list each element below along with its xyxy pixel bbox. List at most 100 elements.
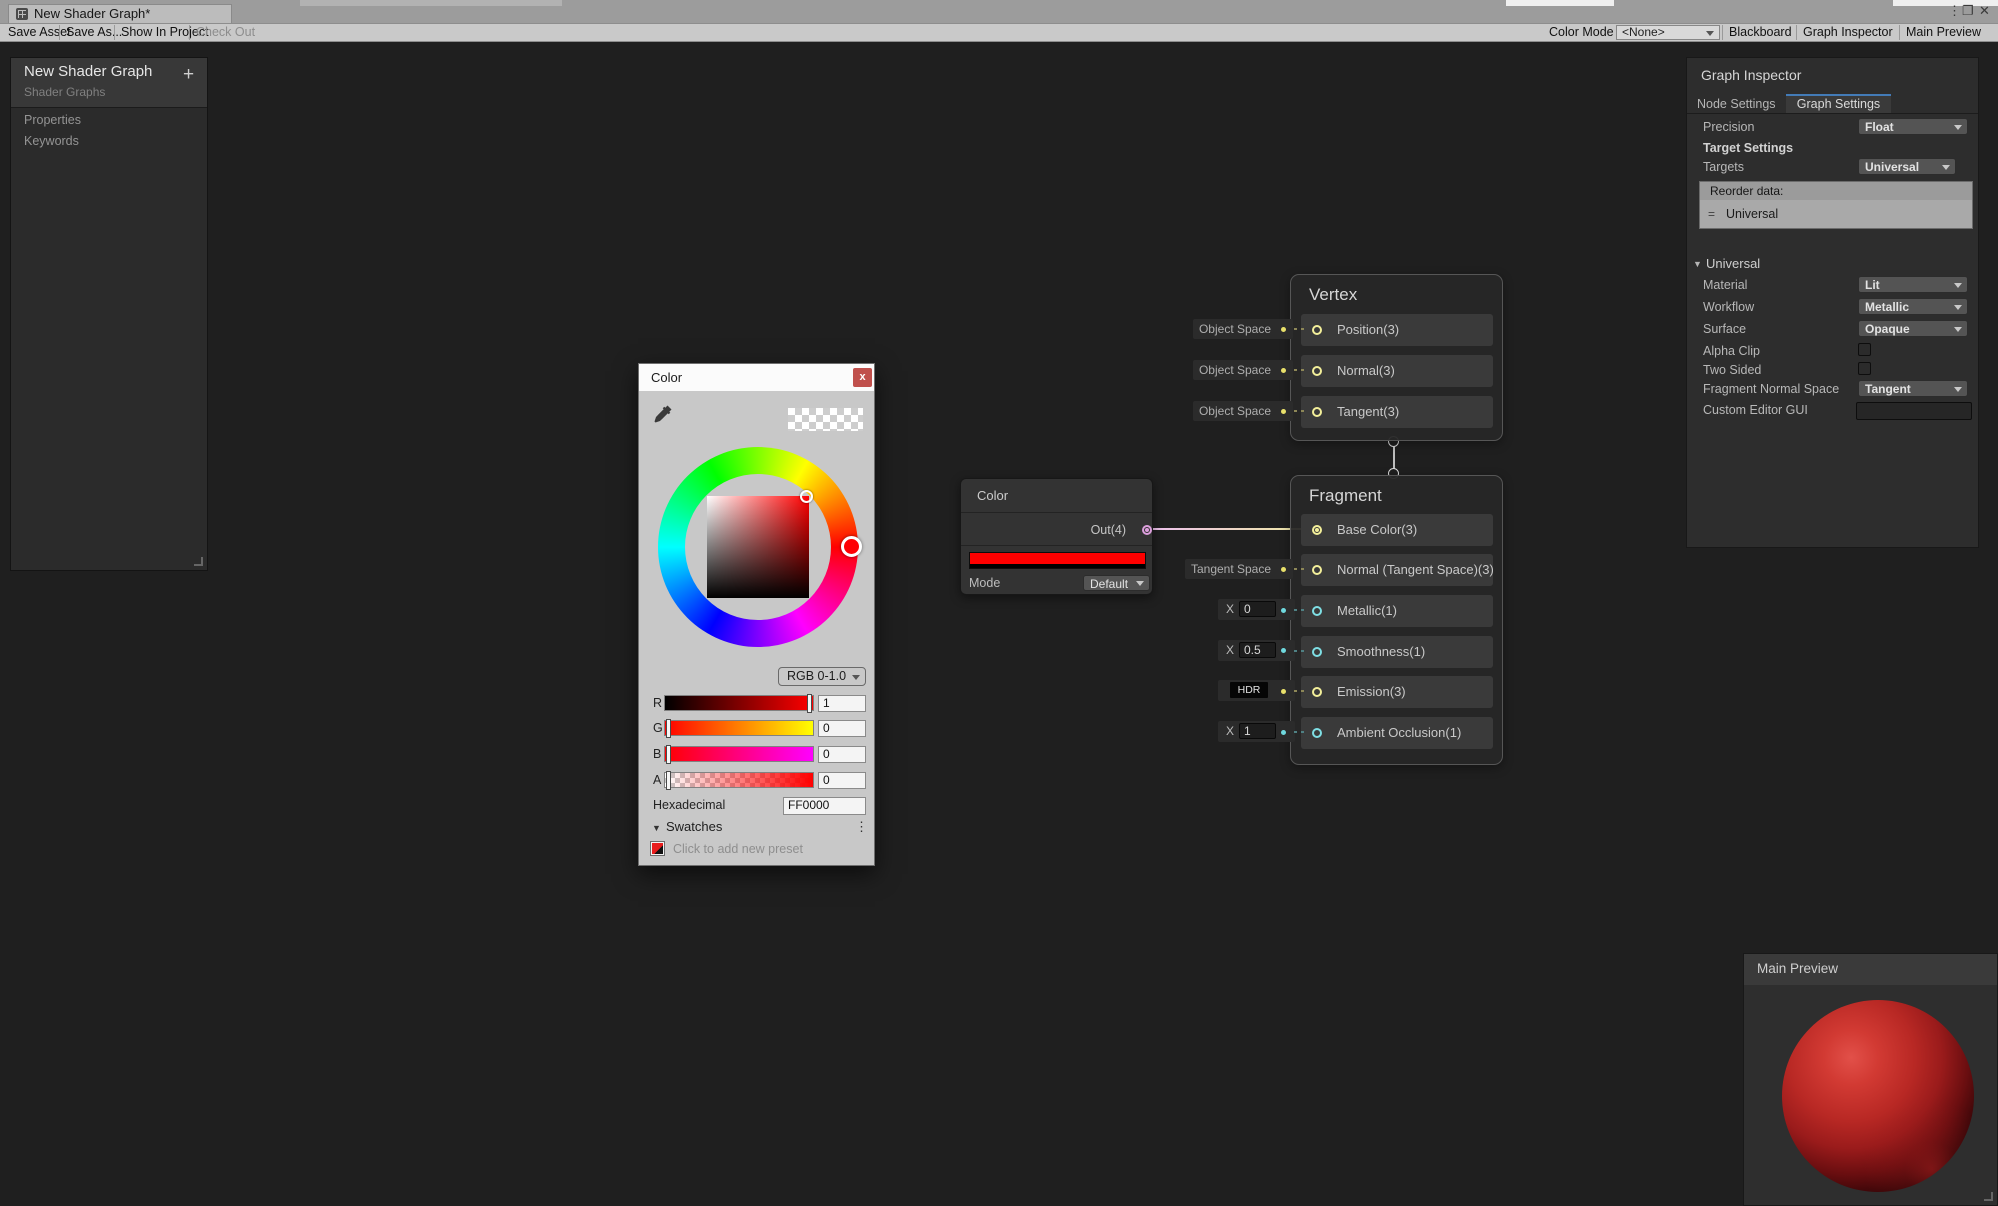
- color-mode-dropdown[interactable]: <None>: [1616, 25, 1720, 40]
- connector-dash: [1294, 369, 1306, 371]
- blackboard-section-keywords[interactable]: Keywords: [24, 134, 79, 148]
- color-picker-titlebar[interactable]: Color x: [639, 364, 874, 391]
- r-slider-handle[interactable]: [807, 694, 812, 713]
- vertex-port-row-normal[interactable]: Normal(3): [1301, 355, 1493, 387]
- drag-handle-icon[interactable]: =: [1708, 200, 1715, 228]
- current-color-swatch: [788, 408, 863, 431]
- two-sided-checkbox[interactable]: [1858, 362, 1871, 375]
- r-channel-value[interactable]: 1: [818, 695, 866, 712]
- workflow-dropdown[interactable]: Metallic: [1858, 298, 1968, 315]
- b-channel-slider[interactable]: [664, 746, 814, 762]
- a-channel-value[interactable]: 0: [818, 772, 866, 789]
- precision-dropdown[interactable]: Float: [1858, 118, 1968, 135]
- position-port[interactable]: [1312, 325, 1322, 335]
- metallic-port[interactable]: [1312, 606, 1322, 616]
- save-asset-button[interactable]: Save Asset: [8, 24, 71, 41]
- b-slider-handle[interactable]: [666, 745, 671, 764]
- normal-tangent-port-label: Normal (Tangent Space)(3): [1337, 554, 1494, 586]
- targets-dropdown[interactable]: Universal: [1858, 158, 1956, 175]
- sv-cursor[interactable]: [800, 490, 813, 503]
- fragment-node[interactable]: Fragment Base Color(3) Normal (Tangent S…: [1290, 475, 1503, 765]
- ambient-occlusion-port[interactable]: [1312, 728, 1322, 738]
- graph-inspector-toggle-button[interactable]: Graph Inspector: [1803, 24, 1893, 41]
- rgb-mode-dropdown[interactable]: RGB 0-1.0: [778, 667, 866, 686]
- eyedropper-icon[interactable]: [652, 403, 674, 425]
- vertex-port-row-tangent[interactable]: Tangent(3): [1301, 396, 1493, 428]
- a-channel-slider[interactable]: [664, 772, 814, 788]
- fragment-port-row-smoothness[interactable]: Smoothness(1): [1301, 636, 1493, 668]
- a-slider-handle[interactable]: [666, 771, 671, 790]
- resize-handle[interactable]: [194, 557, 203, 566]
- connector-dot: [1281, 327, 1286, 332]
- color-node[interactable]: Color Out(4) Mode Default: [960, 478, 1153, 595]
- ao-value-field[interactable]: 1: [1239, 723, 1276, 739]
- tab-node-settings[interactable]: Node Settings: [1697, 97, 1776, 111]
- foldout-icon[interactable]: ▼: [1693, 259, 1702, 269]
- close-icon[interactable]: x: [853, 368, 872, 387]
- normal-port[interactable]: [1312, 366, 1322, 376]
- edge-color-to-basecolor[interactable]: [1151, 528, 1307, 530]
- mode-dropdown[interactable]: Default: [1083, 575, 1150, 591]
- swatch-preset[interactable]: [651, 842, 664, 855]
- smoothness-port[interactable]: [1312, 647, 1322, 657]
- position-space-selector[interactable]: Object Space: [1193, 319, 1293, 339]
- hexadecimal-field[interactable]: FF0000: [783, 797, 866, 815]
- vertex-port-row-position[interactable]: Position(3): [1301, 314, 1493, 346]
- fragment-port-row-normal[interactable]: Normal (Tangent Space)(3): [1301, 554, 1493, 586]
- custom-editor-gui-field[interactable]: [1856, 402, 1972, 420]
- tab-graph-settings[interactable]: Graph Settings: [1786, 94, 1891, 113]
- b-channel-value[interactable]: 0: [818, 746, 866, 763]
- two-sided-label: Two Sided: [1703, 363, 1761, 377]
- alpha-clip-checkbox[interactable]: [1858, 343, 1871, 356]
- vertex-node[interactable]: Vertex Position(3) Normal(3) Tangent(3): [1290, 274, 1503, 441]
- blackboard-toggle-button[interactable]: Blackboard: [1729, 24, 1792, 41]
- material-dropdown[interactable]: Lit: [1858, 276, 1968, 293]
- g-channel-value[interactable]: 0: [818, 720, 866, 737]
- smoothness-value-field[interactable]: 0.5: [1239, 642, 1276, 658]
- resize-handle[interactable]: [1984, 1192, 1993, 1201]
- main-preview-header[interactable]: Main Preview: [1744, 954, 1997, 985]
- emission-port[interactable]: [1312, 687, 1322, 697]
- surface-dropdown[interactable]: Opaque: [1858, 320, 1968, 337]
- hdr-badge[interactable]: HDR: [1230, 682, 1268, 698]
- swatches-menu-icon[interactable]: ⋮: [855, 819, 868, 835]
- shader-graph-window: New Shader Graph* ⋮ ❐ ✕ Save Asset Save …: [0, 0, 1998, 1206]
- ambient-occlusion-port-label: Ambient Occlusion(1): [1337, 717, 1461, 749]
- window-menu-icon[interactable]: ⋮: [1948, 3, 1961, 19]
- foldout-icon[interactable]: ▼: [652, 823, 661, 833]
- base-color-port[interactable]: [1312, 525, 1322, 535]
- alpha-clip-label: Alpha Clip: [1703, 344, 1760, 358]
- tangent-port[interactable]: [1312, 407, 1322, 417]
- close-icon[interactable]: ✕: [1979, 3, 1990, 19]
- blackboard-section-properties[interactable]: Properties: [24, 113, 81, 127]
- metallic-value-field[interactable]: 0: [1239, 601, 1276, 617]
- main-preview-toggle-button[interactable]: Main Preview: [1906, 24, 1981, 41]
- color-swatch-field[interactable]: [969, 552, 1146, 569]
- r-channel-slider[interactable]: [664, 695, 814, 711]
- add-property-icon[interactable]: +: [183, 64, 194, 86]
- normal-space-selector-fragment[interactable]: Tangent Space: [1185, 559, 1293, 579]
- swatches-label[interactable]: Swatches: [666, 819, 722, 834]
- fragment-port-row-emission[interactable]: Emission(3): [1301, 676, 1493, 708]
- hue-cursor[interactable]: [841, 536, 862, 557]
- g-slider-handle[interactable]: [666, 719, 671, 738]
- fragment-port-row-ao[interactable]: Ambient Occlusion(1): [1301, 717, 1493, 749]
- edge-vertex-to-fragment[interactable]: [1393, 444, 1395, 471]
- restore-icon[interactable]: ❐: [1962, 3, 1974, 19]
- tab-new-shader-graph[interactable]: New Shader Graph*: [8, 4, 232, 23]
- toolbar-separator: [114, 25, 115, 40]
- add-preset-hint[interactable]: Click to add new preset: [673, 842, 803, 856]
- out-port[interactable]: [1142, 525, 1152, 535]
- saturation-value-square[interactable]: [707, 496, 809, 598]
- universal-section-heading[interactable]: Universal: [1706, 256, 1760, 271]
- reorder-item-universal[interactable]: = Universal: [1700, 200, 1972, 228]
- fragment-port-row-base-color[interactable]: Base Color(3): [1301, 514, 1493, 546]
- fragment-port-row-metallic[interactable]: Metallic(1): [1301, 595, 1493, 627]
- tangent-space-selector[interactable]: Object Space: [1193, 401, 1293, 421]
- tab-graph-settings-label: Graph Settings: [1797, 97, 1880, 111]
- preview-sphere[interactable]: [1782, 1000, 1974, 1192]
- normal-tangent-port[interactable]: [1312, 565, 1322, 575]
- fragment-normal-space-dropdown[interactable]: Tangent: [1858, 380, 1968, 397]
- normal-space-selector[interactable]: Object Space: [1193, 360, 1293, 380]
- g-channel-slider[interactable]: [664, 720, 814, 736]
